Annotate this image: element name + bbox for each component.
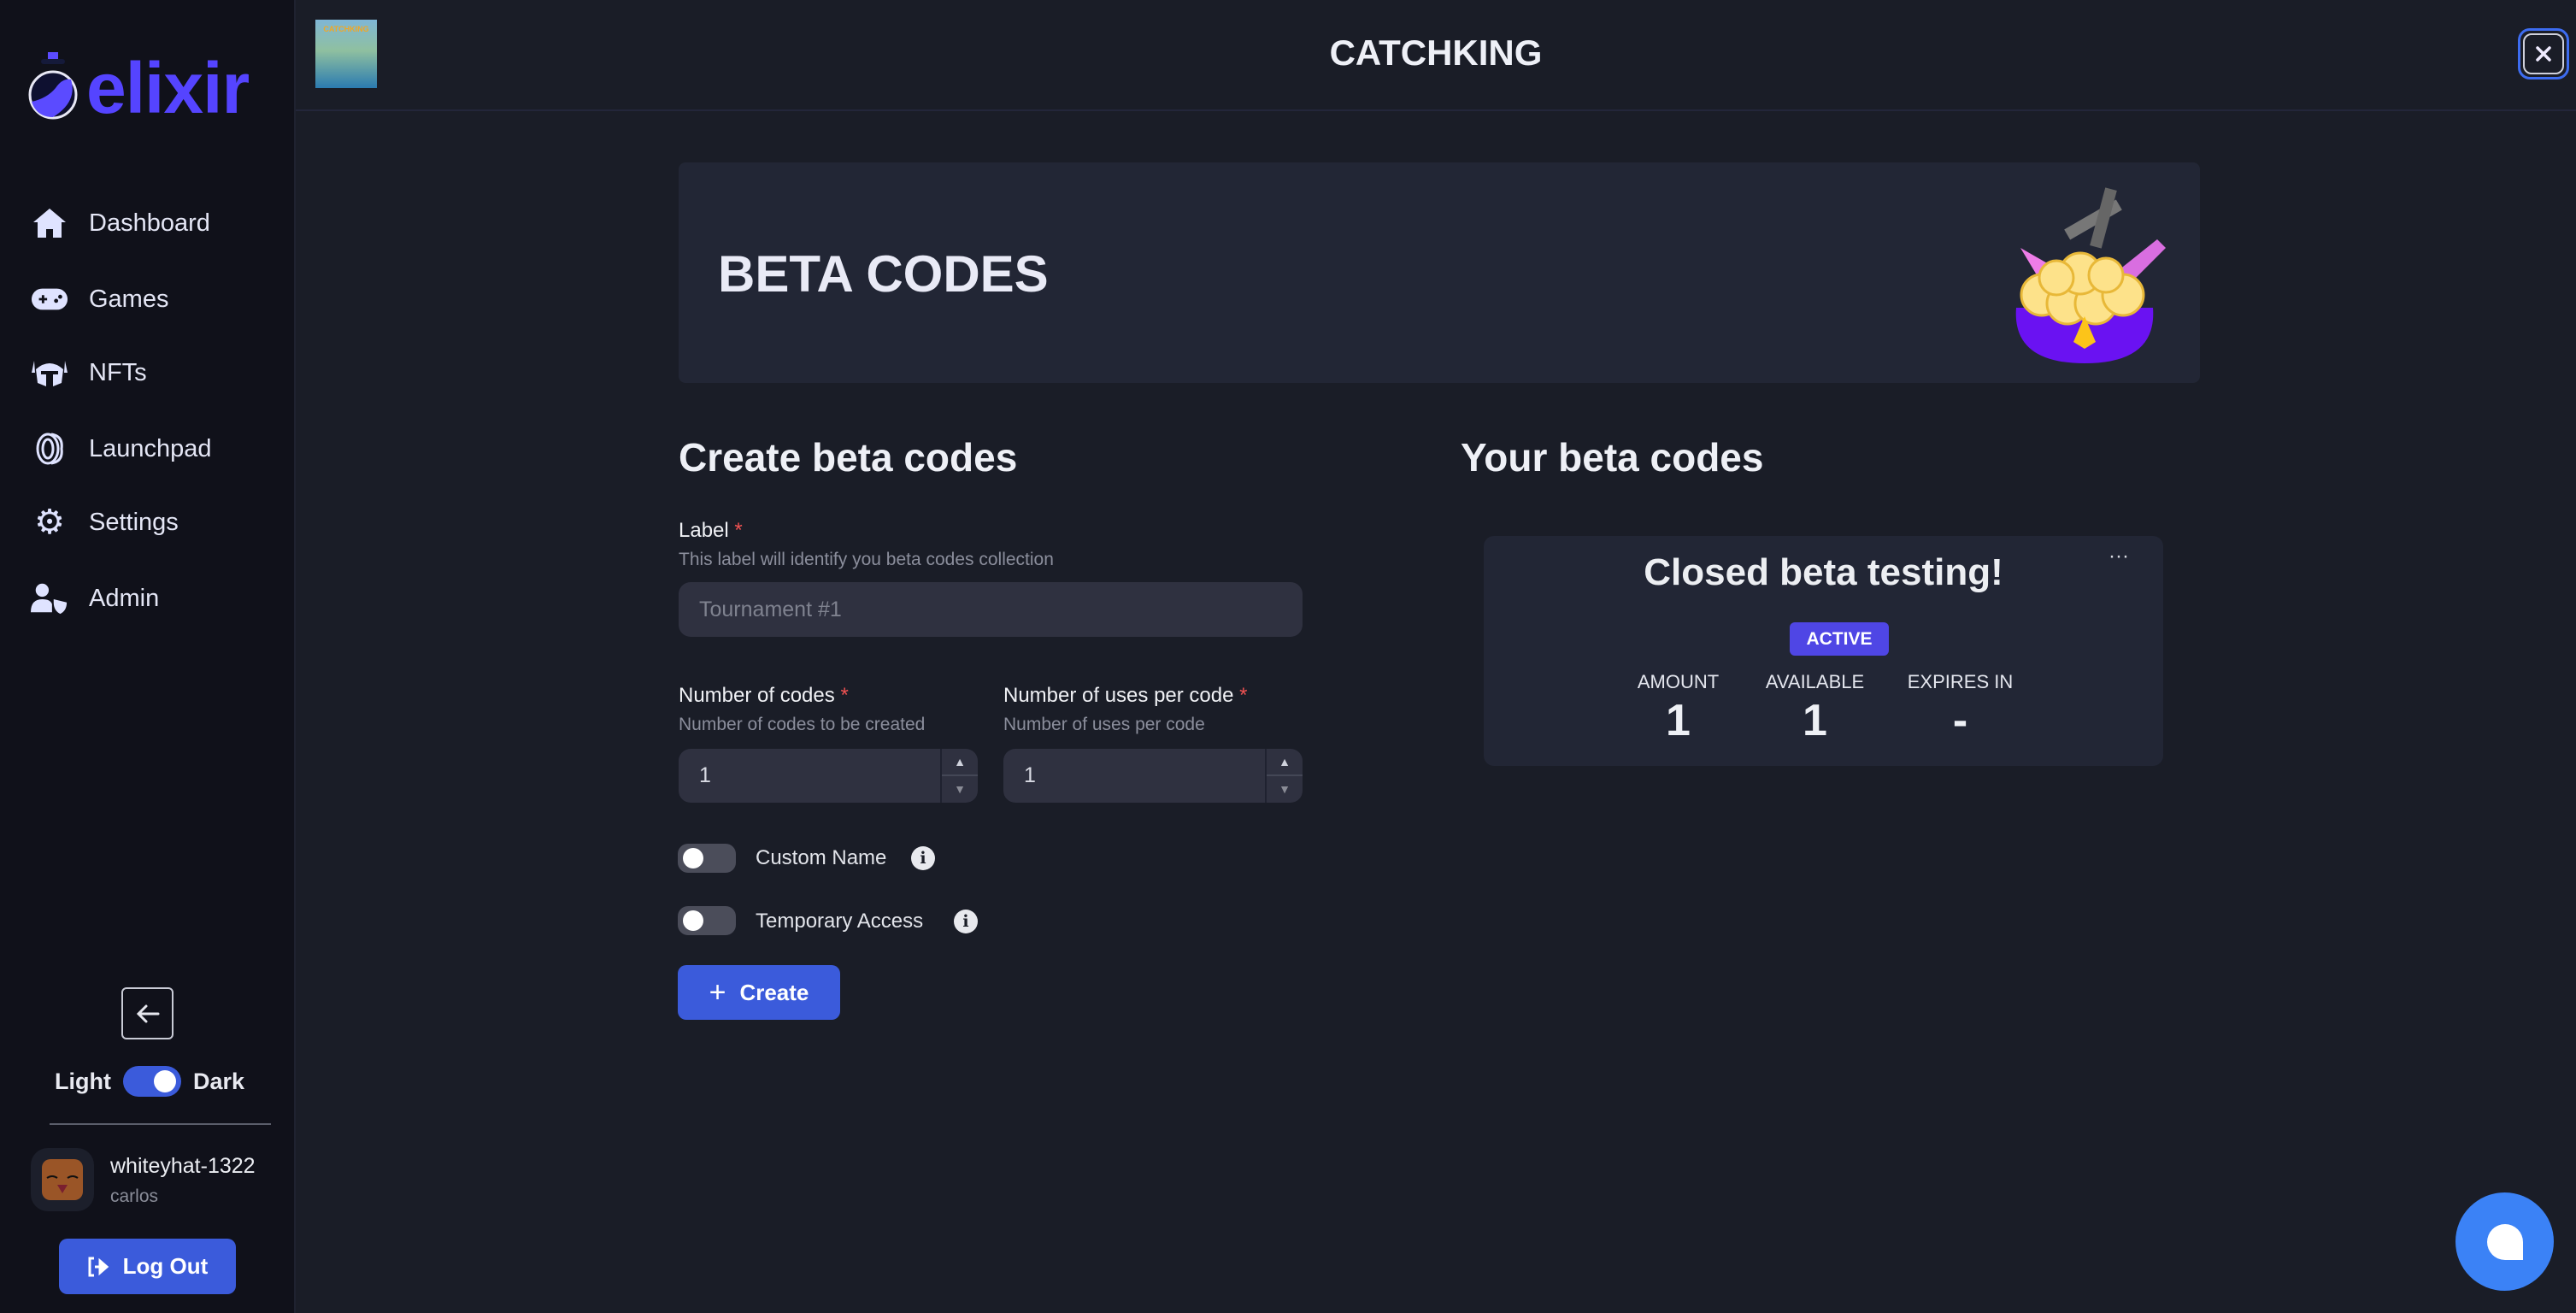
chat-button[interactable] (2455, 1192, 2554, 1291)
gamepad-icon (31, 280, 68, 318)
beta-codes-banner: BETA CODES (679, 162, 2200, 383)
helmet-icon (31, 354, 68, 392)
your-beta-codes-heading: Your beta codes (1461, 435, 1764, 480)
sidebar-item-nfts[interactable]: NFTs (31, 345, 279, 400)
close-icon (2536, 46, 2551, 62)
chat-icon (2486, 1223, 2523, 1260)
create-button[interactable]: + Create (678, 965, 840, 1020)
avatar[interactable] (31, 1148, 94, 1211)
home-icon (31, 204, 68, 242)
num-codes-value: 1 (699, 763, 711, 787)
card-more-button[interactable]: ··· (2108, 545, 2129, 568)
info-icon[interactable]: i (911, 846, 935, 870)
required-marker: * (840, 684, 849, 707)
num-codes-label: Number of codes * (679, 684, 849, 708)
user-handle: carlos (110, 1186, 159, 1206)
required-marker: * (1239, 684, 1248, 707)
decrement-icon[interactable]: ▼ (1267, 776, 1303, 804)
uses-per-code-value: 1 (1024, 763, 1036, 787)
logout-icon (88, 1257, 109, 1276)
sidebar-item-label: NFTs (89, 358, 147, 386)
card-title: Closed beta testing! (1644, 551, 2003, 593)
label-title: Label (679, 519, 729, 542)
sidebar-item-dashboard[interactable]: Dashboard (31, 196, 279, 250)
label-field-label: Label * (679, 519, 743, 543)
sidebar: elixir Dashboard Games NFTs Launchpad ⚙ … (0, 0, 296, 1313)
beta-code-card[interactable]: Closed beta testing! ··· ACTIVE AMOUNT 1 … (1484, 536, 2163, 766)
close-button[interactable] (2518, 28, 2569, 79)
treasure-pot-illustration (2015, 187, 2166, 363)
uses-per-code-stepper[interactable]: 1 ▲ ▼ (1003, 749, 1303, 803)
collapse-sidebar-button[interactable] (121, 987, 173, 1039)
create-label: Create (739, 979, 809, 1005)
coin-icon (31, 430, 68, 468)
stat-value: - (1952, 696, 1968, 745)
increment-icon[interactable]: ▲ (942, 749, 978, 776)
increment-icon[interactable]: ▲ (1267, 749, 1303, 776)
sidebar-item-settings[interactable]: ⚙ Settings (31, 495, 279, 550)
avatar-face-icon (42, 1159, 83, 1200)
user-name: whiteyhat-1322 (110, 1154, 256, 1178)
banner-title: BETA CODES (718, 245, 1049, 303)
stat-expires-in: EXPIRES IN - (1884, 671, 2038, 746)
status-badge: ACTIVE (1790, 622, 1889, 656)
light-label: Light (55, 1068, 111, 1094)
stat-amount: AMOUNT 1 (1610, 671, 1747, 746)
sidebar-item-admin[interactable]: Admin (31, 571, 279, 626)
stat-label: AVAILABLE (1765, 671, 1865, 692)
divider (50, 1123, 271, 1125)
stat-value: 1 (1803, 696, 1827, 745)
stat-available: AVAILABLE 1 (1747, 671, 1884, 746)
temporary-access-label: Temporary Access (756, 910, 924, 933)
stat-label: EXPIRES IN (1907, 671, 2014, 692)
logout-button[interactable]: Log Out (59, 1239, 236, 1294)
header: CATCHKING CATCHKING (296, 0, 2576, 111)
required-marker: * (734, 519, 743, 542)
dark-label: Dark (192, 1068, 245, 1094)
decrement-icon[interactable]: ▼ (942, 776, 978, 804)
num-codes-title: Number of codes (679, 684, 835, 707)
stat-label: AMOUNT (1637, 671, 1720, 692)
sidebar-item-games[interactable]: Games (31, 272, 279, 327)
user-shield-icon (31, 580, 68, 617)
label-input[interactable] (679, 582, 1303, 637)
page-title: CATCHKING (1329, 32, 1543, 73)
custom-name-toggle[interactable] (678, 844, 736, 873)
custom-name-label: Custom Name (756, 846, 887, 869)
plus-icon: + (709, 975, 726, 1009)
sidebar-item-label: Dashboard (89, 209, 210, 237)
stat-value: 1 (1666, 696, 1691, 745)
temporary-access-toggle[interactable] (678, 906, 736, 935)
flask-logo-icon (28, 52, 78, 120)
sidebar-item-label: Admin (89, 584, 160, 612)
num-codes-stepper[interactable]: 1 ▲ ▼ (679, 749, 978, 803)
gear-icon: ⚙ (34, 503, 65, 541)
theme-toggle[interactable] (122, 1066, 181, 1097)
num-codes-help: Number of codes to be created (679, 715, 926, 734)
logout-label: Log Out (122, 1253, 209, 1279)
create-beta-codes-heading: Create beta codes (679, 435, 1018, 480)
sidebar-item-label: Settings (89, 508, 179, 536)
sidebar-item-launchpad[interactable]: Launchpad (31, 421, 279, 476)
uses-per-code-help: Number of uses per code (1003, 715, 1205, 734)
logo-text: elixir (86, 48, 250, 128)
uses-per-code-title: Number of uses per code (1003, 684, 1234, 707)
sidebar-item-label: Games (89, 285, 169, 313)
label-field-help: This label will identify you beta codes … (679, 550, 1054, 569)
arrow-left-icon (136, 1004, 159, 1022)
info-icon[interactable]: i (954, 910, 978, 933)
sidebar-item-label: Launchpad (89, 434, 212, 462)
uses-per-code-label: Number of uses per code * (1003, 684, 1248, 708)
elixir-logo[interactable]: elixir (26, 50, 274, 127)
